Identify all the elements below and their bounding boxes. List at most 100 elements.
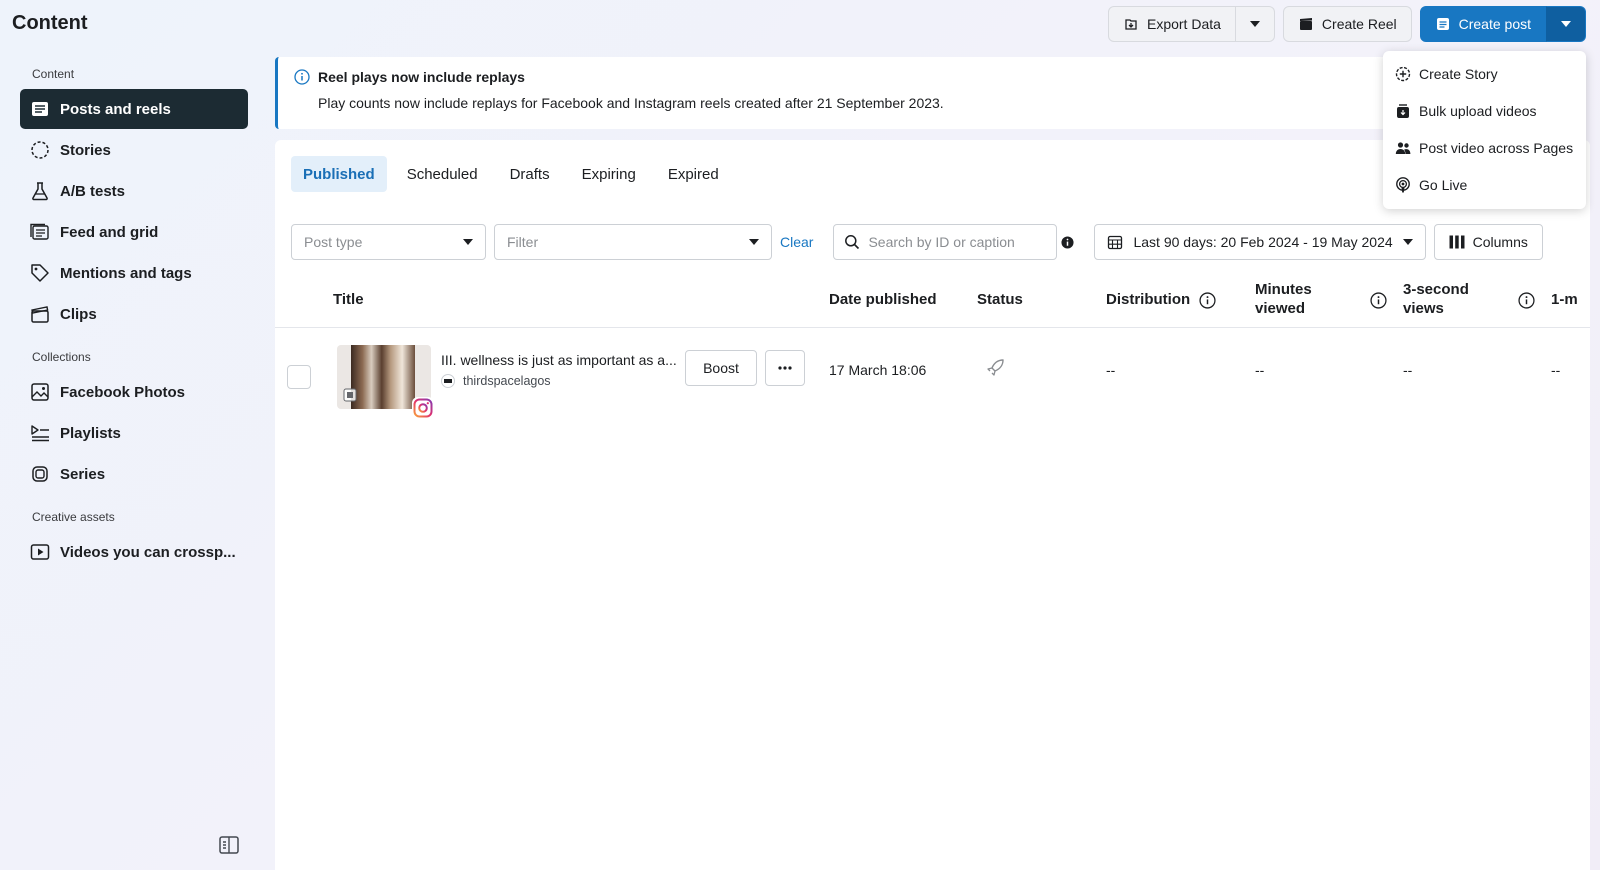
status-tabs: Published Scheduled Drafts Expiring Expi… (291, 156, 731, 192)
sidebar-item-ab-tests[interactable]: A/B tests (20, 171, 248, 211)
filter-select[interactable]: Filter (494, 224, 772, 260)
menu-item-label: Post video across Pages (1419, 139, 1574, 156)
sidebar-item-mentions-and-tags[interactable]: Mentions and tags (20, 253, 248, 293)
column-title[interactable]: Title (333, 290, 364, 309)
info-banner: Reel plays now include replays Play coun… (275, 57, 1390, 129)
export-data-button[interactable]: Export Data (1107, 6, 1236, 42)
column-minutes-viewed[interactable]: Minutes viewed (1255, 280, 1312, 318)
create-reel-button[interactable]: Create Reel (1282, 6, 1412, 42)
boost-button[interactable]: Boost (685, 350, 757, 386)
sidebar-section-creative-assets: Creative assets (32, 510, 115, 524)
sidebar-item-facebook-photos[interactable]: Facebook Photos (20, 372, 248, 412)
column-date-published[interactable]: Date published (829, 290, 937, 309)
sidebar-item-label: Playlists (60, 424, 121, 442)
banner-text: Play counts now include replays for Face… (318, 95, 944, 111)
columns-button[interactable]: Columns (1433, 224, 1543, 260)
row-select-checkbox[interactable] (287, 365, 311, 389)
flask-icon (30, 181, 50, 201)
search-icon (844, 234, 860, 250)
columns-label: Columns (1472, 234, 1528, 250)
column-distribution[interactable]: Distribution (1106, 290, 1190, 309)
search-box (833, 224, 1058, 260)
sidebar-item-crosspost-videos[interactable]: Videos you can crossp... (20, 532, 248, 572)
column-3-second-views-line2: views (1403, 300, 1444, 317)
menu-item-go-live[interactable]: Go Live (1383, 166, 1586, 203)
posts-icon (30, 99, 50, 119)
banner-title: Reel plays now include replays (318, 69, 525, 85)
column-1-minute-views[interactable]: 1-m (1551, 290, 1578, 309)
sidebar-item-stories[interactable]: Stories (20, 130, 248, 170)
export-options-button[interactable] (1235, 6, 1275, 42)
sidebar-item-clips[interactable]: Clips (20, 294, 248, 334)
sidebar-item-label: Mentions and tags (60, 264, 192, 282)
sidebar-item-series[interactable]: Series (20, 454, 248, 494)
collapse-sidebar-button[interactable] (218, 834, 240, 856)
minutes-viewed-cell: -- (1255, 362, 1265, 378)
clapper-icon (30, 304, 50, 324)
clear-filters-link[interactable]: Clear (780, 234, 813, 250)
sidebar-item-label: Feed and grid (60, 223, 159, 241)
distribution-info-icon[interactable] (1199, 292, 1216, 309)
content-panel: Published Scheduled Drafts Expiring Expi… (275, 140, 1590, 870)
sidebar-item-label: Facebook Photos (60, 383, 186, 401)
sidebar-item-posts-and-reels[interactable]: Posts and reels (20, 89, 248, 129)
sidebar-section-collections: Collections (32, 350, 91, 364)
create-post-menu: Create Story Bulk upload videos Post vid… (1383, 51, 1586, 209)
column-minutes-viewed-line1: Minutes (1255, 281, 1312, 298)
search-info-icon[interactable] (1061, 235, 1075, 249)
columns-icon (1449, 235, 1465, 249)
filter-bar: Post type Filter Clear Last 90 days: 20 … (291, 224, 1543, 260)
sidebar-section-content: Content (32, 67, 75, 81)
caret-down-icon (749, 239, 759, 245)
menu-item-post-across-pages[interactable]: Post video across Pages (1383, 129, 1586, 166)
sidebar-item-label: Videos you can crossp... (60, 543, 236, 561)
post-caption[interactable]: III. wellness is just as important as a.… (441, 352, 681, 368)
post-icon (1435, 16, 1451, 32)
caret-down-icon (1402, 239, 1413, 245)
column-status[interactable]: Status (977, 290, 1023, 309)
tab-expired[interactable]: Expired (656, 156, 731, 192)
menu-item-label: Bulk upload videos (1419, 102, 1537, 119)
date-range-label: Last 90 days: 20 Feb 2024 - 19 May 2024 (1133, 234, 1393, 250)
sidebar-item-label: Stories (60, 141, 111, 159)
sidebar-item-label: Series (60, 465, 106, 483)
filter-placeholder: Filter (507, 234, 539, 250)
column-minutes-viewed-line2: viewed (1255, 300, 1306, 317)
sidebar-item-label: A/B tests (60, 182, 126, 200)
post-type-select[interactable]: Post type (291, 224, 486, 260)
distribution-cell: -- (1106, 362, 1116, 378)
sidebar: Content Posts and reels Stories A/B test… (0, 50, 270, 870)
date-range-picker[interactable]: Last 90 days: 20 Feb 2024 - 19 May 2024 (1094, 224, 1426, 260)
caret-down-icon (1561, 21, 1571, 27)
column-3-second-views[interactable]: 3-second views (1403, 280, 1469, 318)
tab-expiring[interactable]: Expiring (570, 156, 648, 192)
sidebar-item-feed-and-grid[interactable]: Feed and grid (20, 212, 248, 252)
sidebar-item-label: Clips (60, 305, 97, 323)
people-icon (1395, 140, 1411, 156)
more-icon (778, 366, 792, 370)
create-reel-label: Create Reel (1321, 16, 1397, 32)
stack-icon (1395, 103, 1411, 119)
sidebar-item-playlists[interactable]: Playlists (20, 413, 248, 453)
plus-circle-icon (1395, 66, 1411, 82)
minutes-viewed-info-icon[interactable] (1370, 292, 1387, 309)
search-input[interactable] (868, 234, 1039, 250)
live-icon (1395, 176, 1411, 193)
tab-scheduled[interactable]: Scheduled (395, 156, 490, 192)
reel-overlay-icon (343, 388, 357, 402)
feed-grid-icon (30, 222, 50, 242)
3-second-views-info-icon[interactable] (1518, 292, 1535, 309)
stories-icon (30, 140, 50, 160)
menu-item-bulk-upload[interactable]: Bulk upload videos (1383, 92, 1586, 129)
create-post-button[interactable]: Create post (1419, 6, 1546, 42)
create-post-options-button[interactable] (1546, 6, 1586, 42)
table-header: Title Date published Status Distribution… (275, 276, 1590, 328)
tab-published[interactable]: Published (291, 156, 387, 192)
instagram-icon (412, 397, 434, 419)
rocket-status-icon (985, 358, 1005, 378)
menu-item-create-story[interactable]: Create Story (1383, 55, 1586, 92)
video-play-icon (30, 542, 50, 562)
menu-item-label: Go Live (1419, 176, 1468, 193)
tab-drafts[interactable]: Drafts (498, 156, 562, 192)
more-options-button[interactable] (765, 350, 805, 386)
